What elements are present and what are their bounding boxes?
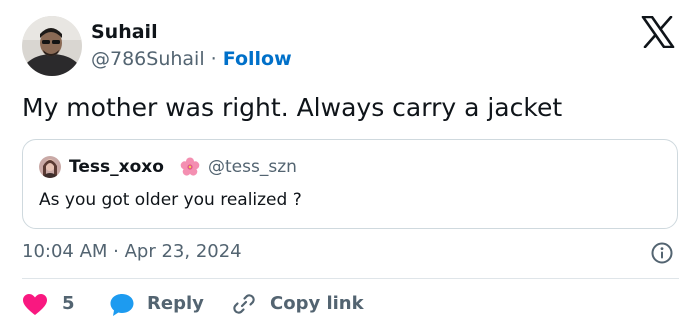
author-avatar[interactable] [22, 16, 82, 76]
tweet-timestamp[interactable]: 10:04 AM · Apr 23, 2024 [22, 240, 242, 264]
x-logo-icon[interactable] [641, 15, 675, 49]
copy-link-button[interactable]: Copy link [270, 292, 364, 316]
info-icon[interactable] [650, 241, 674, 265]
like-count[interactable]: 5 [62, 292, 75, 316]
heart-icon[interactable] [22, 293, 48, 317]
tweet-text: My mother was right. Always carry a jack… [22, 93, 563, 122]
divider [22, 278, 679, 279]
author-handle-line: @786Suhail · Follow [91, 47, 292, 71]
reply-button[interactable]: Reply [147, 292, 204, 316]
separator-dot: · [204, 48, 223, 70]
quoted-author-handle[interactable]: @tess_szn [208, 155, 297, 179]
author-name[interactable]: Suhail [91, 20, 158, 44]
hibiscus-icon [180, 157, 200, 177]
quoted-avatar [39, 156, 61, 178]
quoted-tweet[interactable]: Tess_xoxo @tess_szn As you got older you… [22, 139, 678, 229]
link-icon[interactable] [231, 291, 257, 317]
quoted-author-name[interactable]: Tess_xoxo [69, 155, 164, 179]
speech-bubble-icon[interactable] [109, 292, 135, 318]
author-handle[interactable]: @786Suhail [91, 48, 205, 70]
follow-button[interactable]: Follow [223, 48, 292, 70]
quoted-text: As you got older you realized ? [39, 190, 302, 210]
